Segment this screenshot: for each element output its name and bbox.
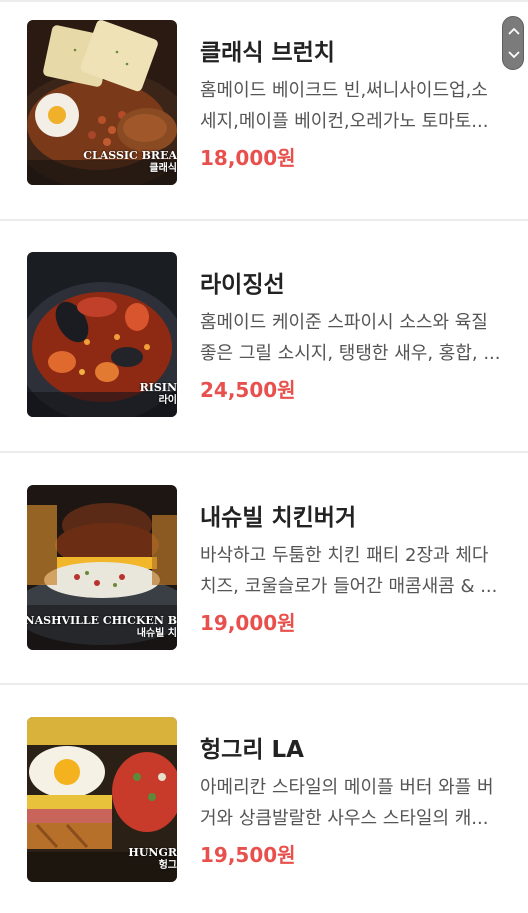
scroll-control[interactable] xyxy=(502,16,524,70)
divider xyxy=(0,451,528,453)
caption-english: RISIN xyxy=(139,381,177,394)
image-caption: RISIN 라이 xyxy=(140,381,177,407)
image-caption: CLASSIC BREA 클래식 xyxy=(83,149,177,175)
menu-item-description: 바삭하고 두툼한 치킨 패티 2장과 체다 치즈, 코울슬로가 들어간 매콤새콤… xyxy=(200,540,512,602)
menu-item-price: 18,000원 xyxy=(200,146,296,170)
menu-item-description: 홈메이드 베이크드 빈,써니사이드업,소 세지,메이플 베이컨,오레가노 토마토… xyxy=(200,75,512,137)
description-line: 아메리칸 스타일의 메이플 버터 와플 버 xyxy=(200,777,494,798)
menu-item-nashville-chicken-burger[interactable]: NASHVILLE CHICKEN B 내슈빌 치 내슈빌 치킨버거 바삭하고 … xyxy=(0,465,528,697)
waffle-burger-image[interactable]: HUNGR 헝그 xyxy=(27,717,177,882)
menu-item-price: 19,500원 xyxy=(200,843,296,867)
caption-english: CLASSIC BREA xyxy=(83,149,177,162)
menu-item-price: 19,000원 xyxy=(200,611,296,635)
description-line: 치즈, 코울슬로가 들어간 매콤새콤 & ... xyxy=(200,576,498,597)
description-line: 거와 상큼발랄한 사우스 스타일의 캐... xyxy=(200,808,489,829)
menu-item-name: 내슈빌 치킨버거 xyxy=(200,505,357,531)
chevron-up-icon[interactable] xyxy=(507,26,521,36)
menu-item-rising-sun[interactable]: RISIN 라이 라이징선 홈메이드 케이준 스파이시 소스와 육질 좋은 그릴… xyxy=(0,232,528,464)
caption-korean: 헝그 xyxy=(158,860,177,871)
caption-korean: 라이 xyxy=(158,395,177,406)
caption-english: NASHVILLE CHICKEN B xyxy=(27,614,177,627)
image-caption: HUNGR 헝그 xyxy=(128,846,177,872)
chicken-burger-image[interactable]: NASHVILLE CHICKEN B 내슈빌 치 xyxy=(27,485,177,650)
menu-item-name: 라이징선 xyxy=(200,272,285,298)
menu-item-name: 헝그리 LA xyxy=(200,737,304,763)
divider xyxy=(0,219,528,221)
description-line: 홈메이드 베이크드 빈,써니사이드업,소 xyxy=(200,80,488,101)
menu-item-description: 홈메이드 케이준 스파이시 소스와 육질 좋은 그릴 소시지, 탱탱한 새우, … xyxy=(200,307,512,369)
seafood-boil-image[interactable]: RISIN 라이 xyxy=(27,252,177,417)
caption-english: HUNGR xyxy=(128,846,177,859)
description-line: 바삭하고 두툼한 치킨 패티 2장과 체다 xyxy=(200,545,489,566)
caption-korean: 내슈빌 치 xyxy=(136,628,177,639)
image-caption: NASHVILLE CHICKEN B 내슈빌 치 xyxy=(27,614,177,640)
menu-item-hungry-la[interactable]: HUNGR 헝그 헝그리 LA 아메리칸 스타일의 메이플 버터 와플 버 거와… xyxy=(0,697,528,913)
menu-list: CLASSIC BREA 클래식 클래식 브런치 홈메이드 베이크드 빈,써니사… xyxy=(0,0,528,913)
divider xyxy=(0,683,528,685)
menu-item-classic-brunch[interactable]: CLASSIC BREA 클래식 클래식 브런치 홈메이드 베이크드 빈,써니사… xyxy=(0,0,528,232)
menu-item-name: 클래식 브런치 xyxy=(200,40,335,66)
menu-item-description: 아메리칸 스타일의 메이플 버터 와플 버 거와 상큼발랄한 사우스 스타일의 … xyxy=(200,772,512,834)
description-line: 홈메이드 케이준 스파이시 소스와 육질 xyxy=(200,312,488,333)
description-line: 좋은 그릴 소시지, 탱탱한 새우, 홍합, ... xyxy=(200,343,501,364)
menu-item-price: 24,500원 xyxy=(200,378,296,402)
chevron-down-icon[interactable] xyxy=(507,50,521,60)
caption-korean: 클래식 xyxy=(149,163,177,174)
brunch-plate-image[interactable]: CLASSIC BREA 클래식 xyxy=(27,20,177,185)
description-line: 세지,메이플 베이컨,오레가노 토마토... xyxy=(200,111,489,132)
